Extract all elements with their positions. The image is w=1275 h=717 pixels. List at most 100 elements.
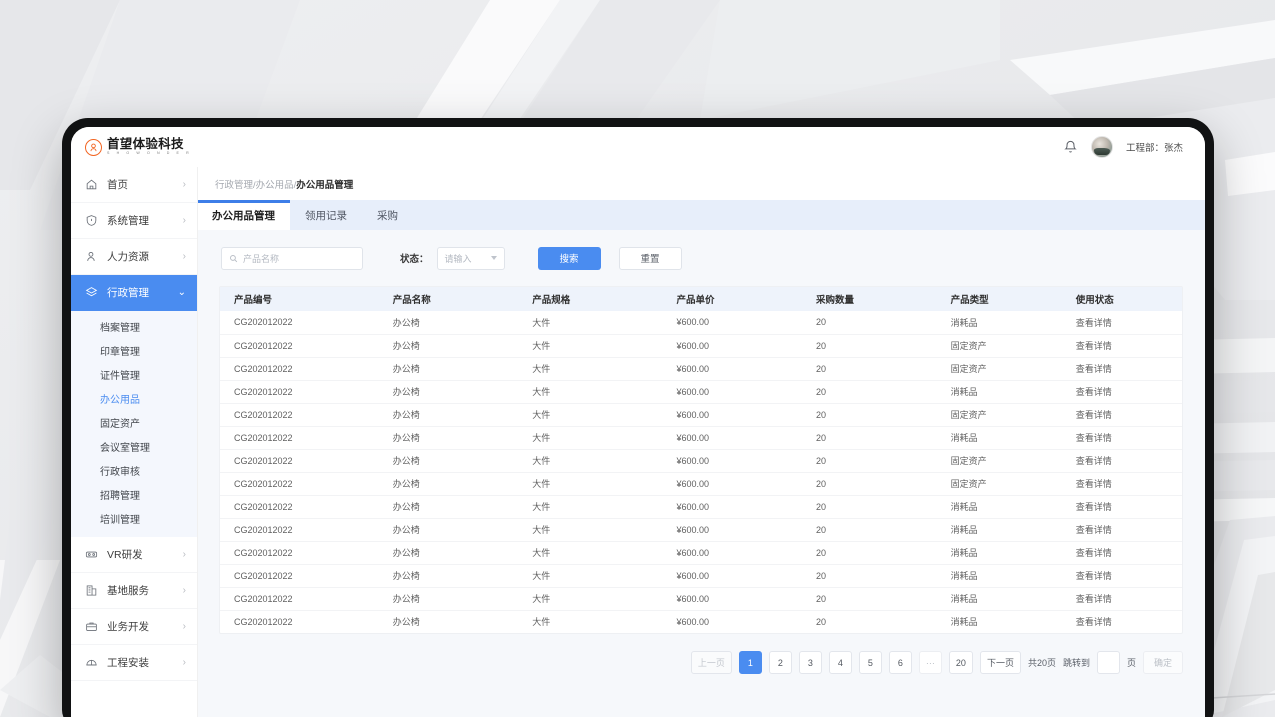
table-row[interactable]: CG202012022 办公椅 大件 ¥600.00 20 消耗品 查看详情 — [220, 425, 1182, 449]
cell-usage-status[interactable]: 查看详情 — [1061, 448, 1182, 472]
sidebar-subitem-certificate[interactable]: 证件管理 — [71, 362, 197, 386]
table-row[interactable]: CG202012022 办公椅 大件 ¥600.00 20 固定资产 查看详情 — [220, 471, 1182, 495]
sidebar-item-label: 人力资源 — [107, 251, 149, 263]
search-input[interactable]: 产品名称 — [221, 246, 363, 270]
table-row[interactable]: CG202012022 办公椅 大件 ¥600.00 20 消耗品 查看详情 — [220, 494, 1182, 518]
brand-logo[interactable]: 首望体验科技 S H O W O N D E R — [85, 138, 211, 156]
cell-usage-status[interactable]: 查看详情 — [1061, 609, 1182, 633]
table-row[interactable]: CG202012022 办公椅 大件 ¥600.00 20 消耗品 查看详情 — [220, 563, 1182, 587]
table-row[interactable]: CG202012022 办公椅 大件 ¥600.00 20 固定资产 查看详情 — [220, 356, 1182, 380]
cell-product-code: CG202012022 — [220, 609, 379, 633]
chevron-right-icon: › — [182, 584, 186, 596]
cell-product-name: 办公椅 — [378, 586, 519, 610]
cell-usage-status[interactable]: 查看详情 — [1061, 494, 1182, 518]
cell-purchase-qty: 20 — [801, 402, 937, 426]
sidebar-item-label: VR研发 — [107, 549, 143, 561]
pagination-jump-input[interactable] — [1096, 651, 1120, 674]
table-row[interactable]: CG202012022 办公椅 大件 ¥600.00 20 消耗品 查看详情 — [220, 517, 1182, 541]
cell-usage-status[interactable]: 查看详情 — [1061, 356, 1182, 380]
cell-product-name: 办公椅 — [392, 317, 420, 328]
sidebar-subitem-training[interactable]: 培训管理 — [71, 506, 197, 530]
cell-product-type: 固定资产 — [936, 471, 1062, 495]
tab-office-supplies[interactable]: 办公用品管理 — [197, 200, 290, 230]
cell-product-spec: 大件 — [518, 609, 663, 633]
pagination-prev[interactable]: 上一页 — [690, 651, 732, 674]
cell-usage-status[interactable]: 查看详情 — [1062, 311, 1182, 334]
bell-icon[interactable] — [1063, 139, 1078, 155]
breadcrumb-item-parent[interactable]: 办公用品/ — [256, 177, 297, 191]
pagination-next[interactable]: 下一页 — [979, 651, 1021, 674]
sidebar-subitem-recruitment[interactable]: 招聘管理 — [71, 482, 197, 506]
sidebar-item-vr[interactable]: VR研发 › — [71, 537, 197, 573]
cell-product-name: 办公椅 — [378, 425, 519, 449]
reset-button[interactable]: 重置 — [618, 246, 682, 270]
cell-usage-status[interactable]: 查看详情 — [1061, 517, 1182, 541]
cell-product-spec: 大件 — [532, 317, 551, 328]
sidebar-item-hr[interactable]: 人力资源 › — [71, 239, 197, 275]
sidebar-item-label: 工程安装 — [107, 657, 149, 669]
pagination-page-5[interactable]: 5 — [858, 651, 882, 674]
pagination-page-last[interactable]: 20 — [948, 651, 973, 674]
col-product-name: 产品名称 — [378, 287, 519, 311]
sidebar-subitem-archive[interactable]: 档案管理 — [71, 314, 197, 338]
table-row[interactable]: CG202012022 办公椅 大件 ¥600.00 20 固定资产 查看详情 — [220, 448, 1182, 472]
logo-circle-icon — [85, 138, 102, 156]
pagination-confirm-button[interactable]: 确定 — [1143, 651, 1183, 674]
table-body: CG202012022 办公椅 大件 ¥600.00 20 消耗品 查看详情 CG202012… — [220, 311, 1182, 633]
building-icon — [84, 584, 98, 598]
cell-usage-status[interactable]: 查看详情 — [1061, 333, 1182, 357]
cell-usage-status[interactable]: 查看详情 — [1061, 563, 1182, 587]
pagination-page-2[interactable]: 2 — [768, 651, 792, 674]
home-icon — [84, 178, 98, 192]
table-row[interactable]: CG202012022 办公椅 大件 ¥600.00 20 消耗品 查看详情 — [220, 586, 1182, 610]
sidebar-item-admin[interactable]: 行政管理 ⌄ — [71, 275, 197, 311]
sidebar-item-system[interactable]: 系统管理 › — [71, 203, 197, 239]
state-select[interactable]: 请输入 — [436, 246, 505, 270]
main-content: 行政管理/ 办公用品/ 办公用品管理 办公用品管理 领用记录 采购 产品名称 状… — [197, 167, 1205, 717]
sidebar-subitem-fixed-assets[interactable]: 固定资产 — [71, 410, 197, 434]
cell-usage-status[interactable]: 查看详情 — [1061, 402, 1182, 426]
app-screen: 首望体验科技 S H O W O N D E R 工程部：张杰 首页 › 系统管… — [71, 127, 1205, 717]
tab-collection-records[interactable]: 领用记录 — [290, 200, 362, 230]
cell-usage-status[interactable]: 查看详情 — [1061, 540, 1182, 564]
cell-product-type: 消耗品 — [950, 317, 978, 328]
pagination-page-4[interactable]: 4 — [828, 651, 852, 674]
state-select-value: 请输入 — [444, 253, 472, 264]
cell-usage-status[interactable]: 查看详情 — [1061, 471, 1182, 495]
sidebar-item-home[interactable]: 首页 › — [71, 167, 197, 203]
table-row[interactable]: CG202012022 办公椅 大件 ¥600.00 20 固定资产 查看详情 — [220, 333, 1182, 357]
avatar[interactable] — [1090, 136, 1113, 158]
table-row[interactable]: CG202012022 办公椅 大件 ¥600.00 20 固定资产 查看详情 — [220, 402, 1182, 426]
table-row[interactable]: CG202012022 办公椅 大件 ¥600.00 20 消耗品 查看详情 — [220, 609, 1182, 633]
cell-purchase-qty: 20 — [801, 471, 937, 495]
cell-purchase-qty: 20 — [801, 494, 937, 518]
sidebar-item-label: 业务开发 — [107, 621, 149, 633]
sidebar-subitem-seal[interactable]: 印章管理 — [71, 338, 197, 362]
pagination-page-6[interactable]: 6 — [888, 651, 912, 674]
cell-usage-status[interactable]: 查看详情 — [1061, 379, 1182, 403]
cell-product-name: 办公椅 — [378, 333, 519, 357]
brand-name-cn: 首望体验科技 — [107, 137, 184, 152]
table-row[interactable]: CG202012022 办公椅 大件 ¥600.00 20 消耗品 查看详情 — [220, 540, 1182, 564]
sidebar-subitem-office-supplies[interactable]: 办公用品 — [71, 386, 197, 410]
cell-product-code: CG202012022 — [220, 563, 379, 587]
sidebar-item-business-dev[interactable]: 业务开发 › — [71, 609, 197, 645]
table-row[interactable]: CG202012022 办公椅 大件 ¥600.00 20 消耗品 查看详情 — [220, 379, 1182, 403]
sidebar-subitem-meeting-room[interactable]: 会议室管理 — [71, 434, 197, 458]
sidebar-item-base-service[interactable]: 基地服务 › — [71, 573, 197, 609]
cell-usage-status[interactable]: 查看详情 — [1061, 586, 1182, 610]
tab-purchase[interactable]: 采购 — [362, 200, 413, 230]
cell-unit-price: ¥600.00 — [662, 540, 802, 564]
cell-purchase-qty: 20 — [801, 517, 937, 541]
search-button[interactable]: 搜索 — [537, 246, 601, 270]
cell-usage-status[interactable]: 查看详情 — [1061, 425, 1182, 449]
sidebar-item-engineering[interactable]: 工程安装 › — [71, 645, 197, 681]
pagination-page-3[interactable]: 3 — [798, 651, 822, 674]
pagination-page-1[interactable]: 1 — [738, 651, 762, 674]
sidebar-subitem-admin-review[interactable]: 行政审核 — [71, 458, 197, 482]
table-row[interactable]: CG202012022 办公椅 大件 ¥600.00 20 消耗品 查看详情 — [220, 311, 1182, 334]
breadcrumb-item-root[interactable]: 行政管理/ — [215, 177, 256, 191]
chevron-down-icon — [490, 256, 497, 260]
cell-product-name: 办公椅 — [378, 448, 519, 472]
cell-unit-price: ¥600.00 — [662, 448, 802, 472]
